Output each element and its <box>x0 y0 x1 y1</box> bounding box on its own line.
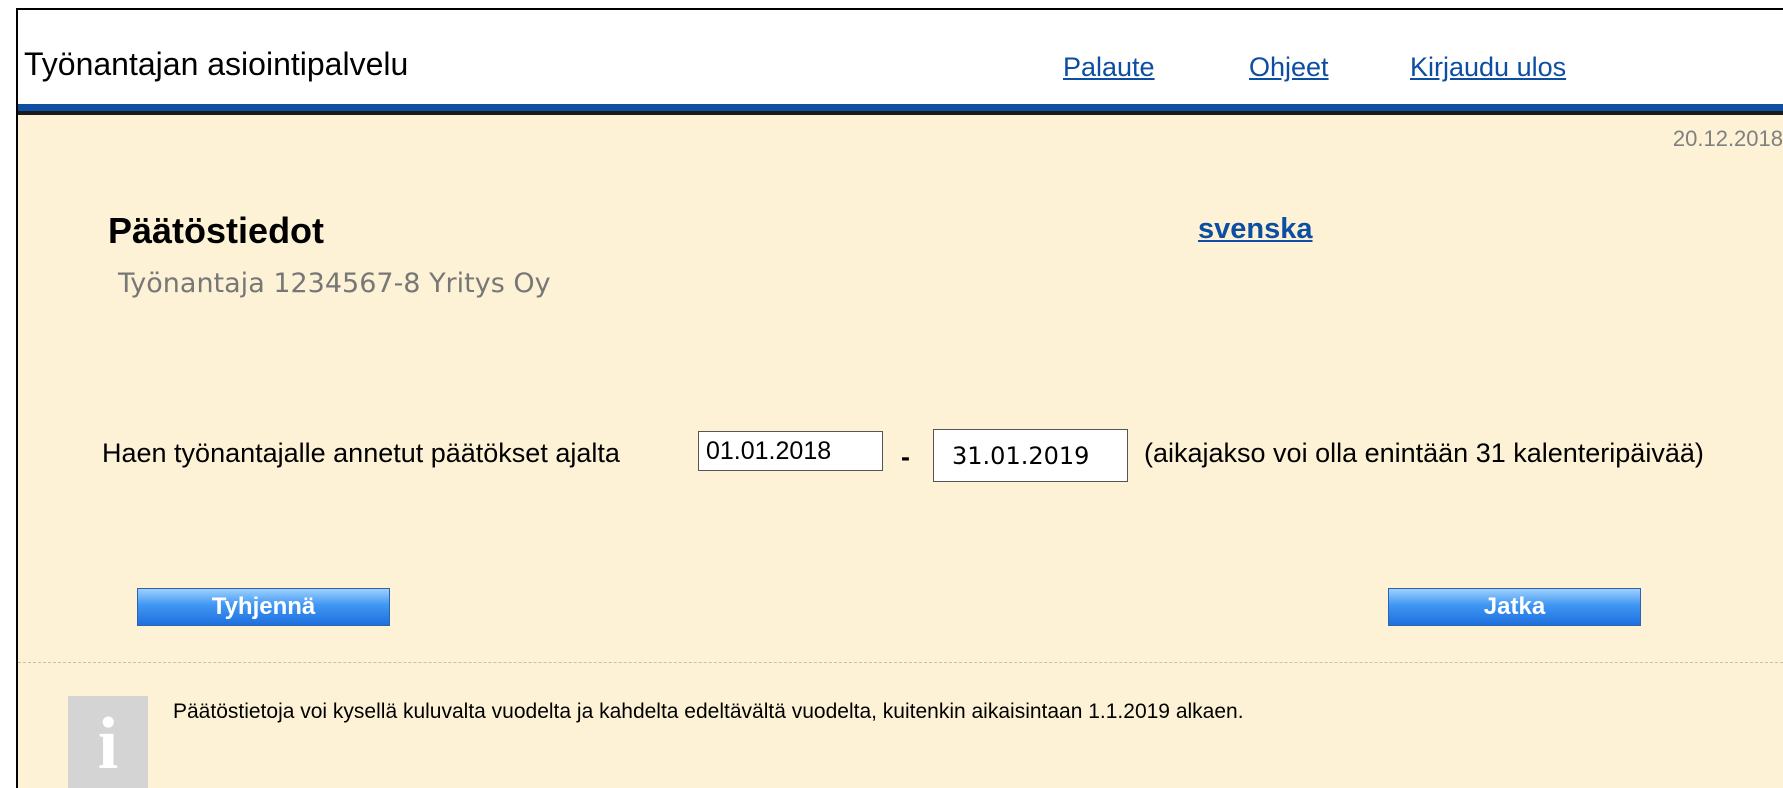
feedback-link[interactable]: Palaute <box>1063 52 1155 83</box>
clear-button[interactable]: Tyhjennä <box>137 588 390 626</box>
date-separator: - <box>901 442 910 472</box>
info-icon: i <box>68 696 148 788</box>
current-date: 20.12.2018 <box>1672 126 1783 151</box>
query-label: Haen työnantajalle annetut päätökset aja… <box>102 438 620 468</box>
continue-button[interactable]: Jatka <box>1388 588 1641 626</box>
period-hint: (aikajakso voi olla enintään 31 kalenter… <box>1144 438 1704 468</box>
app-frame: Työnantajan asiointipalvelu Palaute Ohje… <box>16 8 1783 788</box>
section-divider <box>18 662 1783 663</box>
language-link[interactable]: svenska <box>1198 213 1313 246</box>
info-icon-glyph: i <box>97 702 119 785</box>
end-date-input[interactable] <box>933 429 1128 482</box>
logout-link[interactable]: Kirjaudu ulos <box>1410 52 1566 83</box>
header-rule-black <box>18 111 1783 115</box>
header-rule-blue <box>18 104 1783 111</box>
info-text: Päätöstietoja voi kysellä kuluvalta vuod… <box>173 700 1244 723</box>
help-link[interactable]: Ohjeet <box>1249 52 1329 83</box>
header: Työnantajan asiointipalvelu Palaute Ohje… <box>18 10 1783 104</box>
employer-info: Työnantaja 1234567-8 Yritys Oy <box>118 268 551 299</box>
start-date-input[interactable] <box>698 431 883 471</box>
page-title: Päätöstiedot <box>108 210 325 251</box>
app-title: Työnantajan asiointipalvelu <box>24 46 409 82</box>
